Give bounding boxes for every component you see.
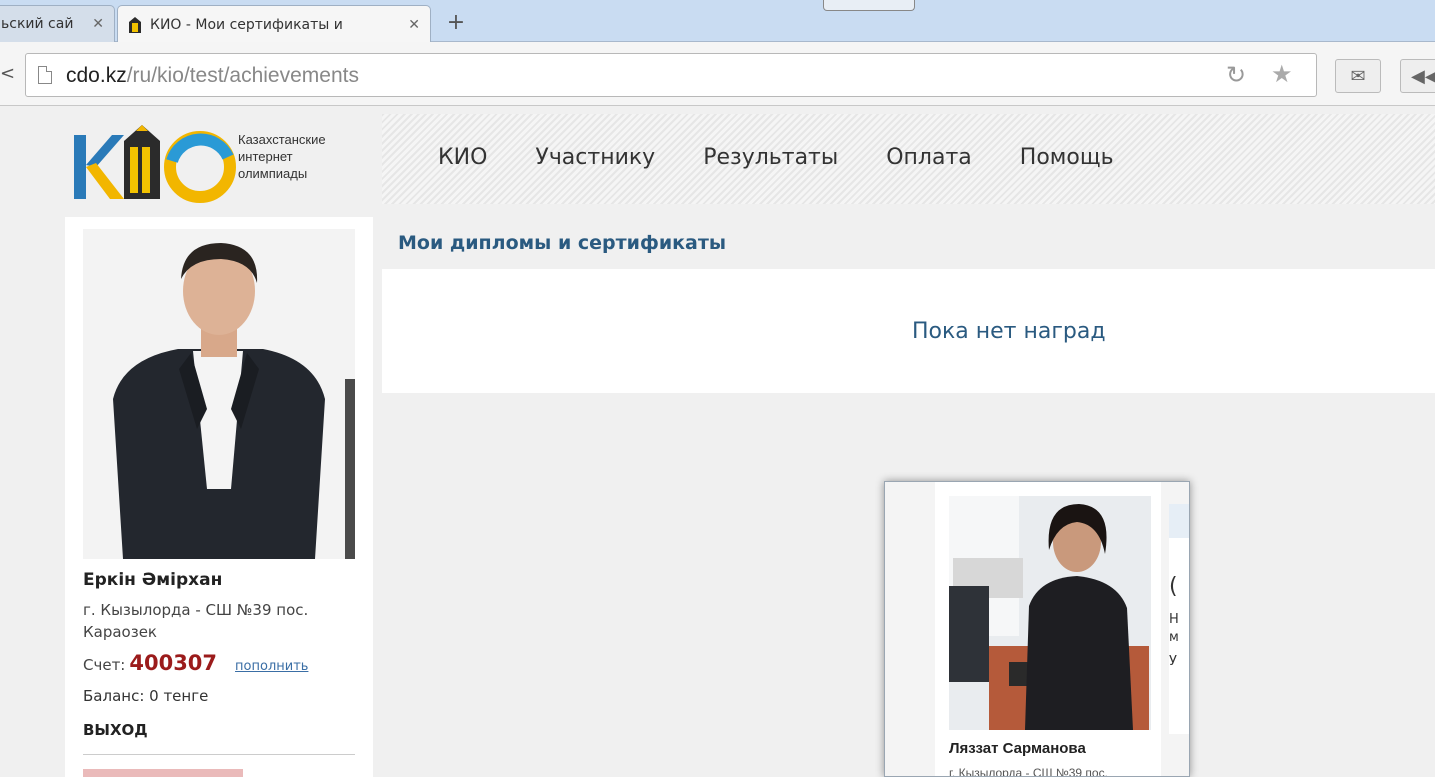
- nav-item-results[interactable]: Результаты: [703, 145, 838, 170]
- nav-item-participant[interactable]: Участнику: [535, 145, 655, 170]
- fragment-text: Н: [1169, 612, 1179, 627]
- fragment-text: У: [1169, 654, 1177, 669]
- browser-toolbar: < cdo.kz/ru/kio/test/achievements ↻ ★ ✉ …: [0, 42, 1435, 106]
- kio-logo-mark-icon: [74, 125, 236, 203]
- tab-title: ьский сай: [1, 16, 74, 32]
- page-title: Мои дипломы и сертификаты: [398, 232, 727, 254]
- user-sidebar: Еркін Әмірхан г. Кызылорда - СШ №39 пос.…: [65, 217, 373, 777]
- logo-line: олимпиады: [238, 166, 308, 181]
- bookmark-star-icon[interactable]: ★: [1271, 60, 1293, 88]
- teacher-photo-icon: [949, 496, 1151, 730]
- url-text: cdo.kz/ru/kio/test/achievements: [66, 64, 359, 88]
- site-header: Казахстанские интернет олимпиады КИО Уча…: [0, 107, 1435, 205]
- teacher-location: г. Кызылорда - СШ №39 пос.: [949, 766, 1108, 777]
- teacher-name: Ляззат Сарманова: [949, 740, 1086, 757]
- user-avatar: [83, 229, 355, 559]
- user-location: г. Кызылорда - СШ №39 пос. Караозек: [83, 601, 309, 641]
- close-tab-icon[interactable]: ✕: [92, 16, 104, 32]
- logout-link[interactable]: ВЫХОД: [83, 721, 148, 739]
- main-nav: КИО Участнику Результаты Оплата Помощь: [438, 145, 1162, 170]
- logo-line: Казахстанские: [238, 132, 326, 147]
- nav-item-help[interactable]: Помощь: [1020, 145, 1114, 170]
- empty-awards-message: Пока нет наград: [912, 319, 1106, 344]
- reload-icon[interactable]: ↻: [1226, 61, 1246, 89]
- user-name: Еркін Әмірхан: [83, 570, 223, 590]
- fragment-tab: [1169, 504, 1189, 538]
- url-path: /ru/kio/test/achievements: [126, 64, 359, 87]
- nav-item-kio[interactable]: КИО: [438, 145, 487, 170]
- sidebar-divider: [83, 754, 355, 755]
- mail-extension-icon[interactable]: ✉: [1335, 59, 1381, 93]
- new-tab-icon[interactable]: +: [438, 8, 474, 36]
- teacher-card-popup[interactable]: Ляззат Сарманова г. Кызылорда - СШ №39 п…: [884, 481, 1190, 777]
- user-photo-icon: [83, 229, 355, 559]
- topup-link[interactable]: пополнить: [235, 659, 308, 674]
- account-row: Счет: 400307 пополнить: [83, 651, 308, 675]
- browser-tab-inactive[interactable]: ьский сай ✕: [0, 5, 115, 42]
- logo-text: Казахстанские интернет олимпиады: [238, 131, 326, 182]
- fragment-text: м: [1169, 630, 1179, 645]
- teacher-photo: [949, 496, 1151, 730]
- page-icon: [38, 66, 52, 84]
- account-label: Счет:: [83, 656, 126, 674]
- sidebar-next-item[interactable]: [83, 769, 243, 777]
- rewind-extension-icon[interactable]: ◀◀: [1400, 59, 1435, 93]
- nav-item-payment[interactable]: Оплата: [886, 145, 972, 170]
- browser-tab-bar: ьский сай ✕ КИО - Мои сертификаты и ✕ +: [0, 0, 1435, 43]
- teacher-card: Ляззат Сарманова г. Кызылорда - СШ №39 п…: [935, 482, 1161, 777]
- browser-tab-active[interactable]: КИО - Мои сертификаты и ✕: [117, 5, 431, 43]
- tab-title: КИО - Мои сертификаты и: [150, 16, 343, 33]
- awards-panel: Пока нет наград: [382, 269, 1435, 393]
- balance-text: Баланс: 0 тенге: [83, 687, 209, 705]
- close-tab-icon[interactable]: ✕: [408, 17, 420, 33]
- pencil-favicon-icon: [129, 16, 141, 33]
- url-host: cdo.kz: [66, 64, 127, 87]
- adjacent-card-fragment: ( Н м У: [1169, 504, 1189, 734]
- window-drag-handle[interactable]: [823, 0, 915, 11]
- site-logo[interactable]: Казахстанские интернет олимпиады: [68, 121, 368, 203]
- address-bar[interactable]: cdo.kz/ru/kio/test/achievements ↻ ★: [25, 53, 1317, 97]
- logo-line: интернет: [238, 149, 293, 164]
- back-arrow-icon[interactable]: <: [0, 64, 20, 84]
- fragment-text: (: [1169, 574, 1178, 599]
- account-number: 400307: [129, 651, 218, 675]
